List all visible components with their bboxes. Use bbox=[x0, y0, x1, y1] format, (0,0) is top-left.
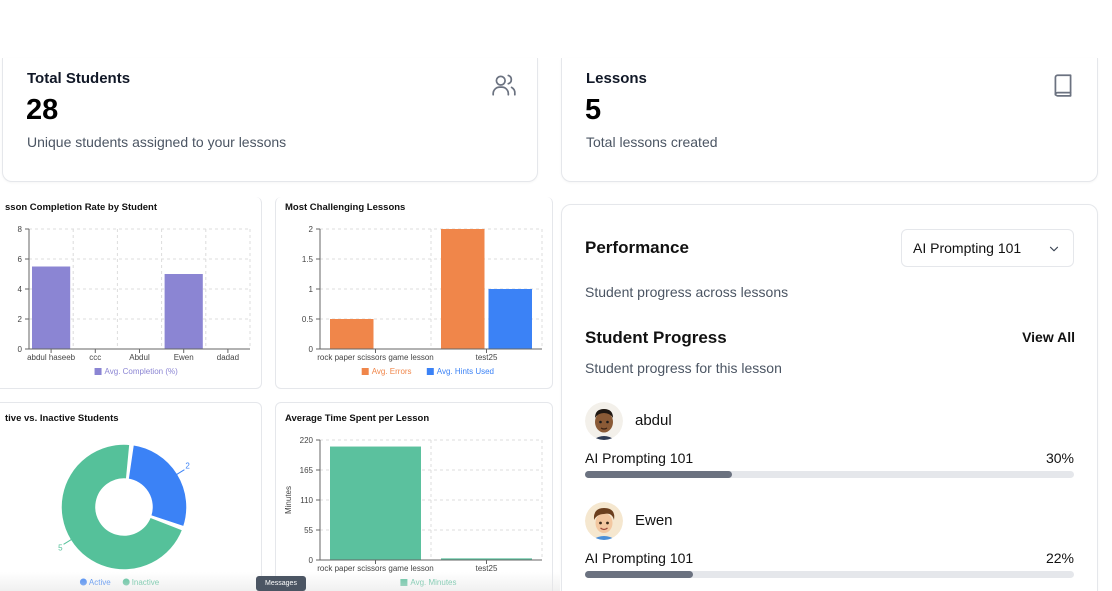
y-tick-label: 6 bbox=[18, 255, 23, 264]
y-tick-label: 8 bbox=[18, 225, 23, 234]
x-tick-label: dadad bbox=[217, 353, 239, 362]
total-students-title: Total Students bbox=[27, 70, 131, 87]
dashboard-page: Total Students 28 Unique students assign… bbox=[0, 0, 1112, 591]
challenging-chart: 0 0.5 1 1.5 2 rock paper scissors game lesson… bbox=[302, 225, 543, 376]
student-row[interactable]: abdul AI Prompting 101 30% bbox=[585, 402, 1074, 482]
legend-label: Avg. Hints Used bbox=[437, 367, 494, 376]
legend-label: Active bbox=[89, 578, 111, 587]
x-tick-label: test25 bbox=[476, 353, 498, 362]
progress-bar-fill bbox=[585, 471, 732, 478]
x-tick-label: Abdul bbox=[129, 353, 150, 362]
student-progress-desc: Student progress for this lesson bbox=[585, 360, 782, 376]
legend-label: Inactive bbox=[132, 578, 160, 587]
pie-slice bbox=[127, 443, 188, 528]
y-tick-label: 0.5 bbox=[302, 315, 314, 324]
student-name: abdul bbox=[635, 412, 672, 429]
progress-bar bbox=[585, 471, 1074, 478]
bar bbox=[32, 266, 71, 349]
x-tick-label: abdul haseeb bbox=[27, 353, 76, 362]
y-tick-label: 2 bbox=[18, 315, 23, 324]
bar bbox=[330, 446, 421, 560]
student-lesson: AI Prompting 101 bbox=[585, 550, 694, 566]
legend-swatch bbox=[426, 368, 434, 375]
lesson-select[interactable]: AI Prompting 101 bbox=[901, 229, 1074, 267]
y-tick-label: 0 bbox=[309, 345, 314, 354]
avatar-brown-hair-man bbox=[585, 502, 623, 540]
active-chart: 2 5 Active Inactive bbox=[58, 443, 190, 587]
users-icon bbox=[492, 74, 516, 96]
avatar-dark-skin-man bbox=[585, 402, 623, 440]
x-tick-label: Ewen bbox=[174, 353, 194, 362]
x-tick-label: test25 bbox=[476, 564, 498, 573]
book-icon bbox=[1054, 74, 1072, 97]
x-tick-label: ccc bbox=[89, 353, 101, 362]
lessons-value: 5 bbox=[585, 94, 602, 126]
active-chart-card: tive vs. Inactive Students 2 5 Active Inact… bbox=[0, 402, 262, 591]
completion-chart-card: sson Completion Rate by Student 0 2 4 6 8 abd… bbox=[0, 197, 262, 389]
x-tick-label: rock paper scissors game lesson bbox=[317, 353, 434, 362]
y-axis-label: Minutes bbox=[284, 486, 293, 514]
time-chart: 0 55 110 165 220 rock paper scissors game les… bbox=[284, 436, 543, 587]
performance-card: Performance AI Prompting 101 Student pro… bbox=[561, 204, 1098, 591]
student-percent: 30% bbox=[1045, 450, 1074, 466]
messages-button[interactable]: Messages bbox=[256, 576, 306, 591]
legend-swatch bbox=[361, 368, 369, 375]
bar bbox=[441, 229, 485, 349]
y-tick-label: 55 bbox=[304, 526, 313, 535]
y-tick-label: 0 bbox=[309, 556, 314, 565]
performance-title: Performance bbox=[585, 238, 689, 257]
student-percent: 22% bbox=[1045, 550, 1074, 566]
data-label: 5 bbox=[58, 543, 63, 552]
y-tick-label: 165 bbox=[300, 466, 314, 475]
bar bbox=[164, 274, 203, 349]
completion-chart: 0 2 4 6 8 abdul haseeb ccc Abdul Ewen dadad Avg. C… bbox=[18, 225, 251, 376]
total-students-value: 28 bbox=[26, 94, 59, 126]
challenging-chart-card: Most Challenging Lessons 0 0.5 1 1.5 2 rock p… bbox=[275, 197, 553, 389]
legend-label: Avg. Completion (%) bbox=[105, 367, 179, 376]
bar bbox=[488, 289, 532, 349]
y-tick-label: 110 bbox=[300, 496, 313, 505]
y-tick-label: 220 bbox=[300, 436, 314, 445]
bar bbox=[330, 319, 374, 349]
legend-swatch bbox=[79, 578, 87, 586]
y-tick-label: 1 bbox=[309, 285, 314, 294]
student-lesson: AI Prompting 101 bbox=[585, 450, 694, 466]
y-tick-label: 0 bbox=[18, 345, 23, 354]
performance-desc: Student progress across lessons bbox=[585, 284, 789, 300]
student-progress-title: Student Progress bbox=[585, 328, 727, 347]
lessons-card: Lessons 5 Total lessons created bbox=[561, 58, 1098, 182]
legend-swatch bbox=[94, 368, 102, 375]
progress-bar-fill bbox=[585, 571, 693, 578]
chevron-down-icon bbox=[1049, 246, 1059, 252]
y-tick-label: 4 bbox=[18, 285, 23, 294]
lesson-select-value: AI Prompting 101 bbox=[913, 240, 1022, 256]
legend-swatch bbox=[400, 579, 408, 586]
legend-label: Avg. Minutes bbox=[410, 578, 456, 587]
y-tick-label: 1.5 bbox=[302, 255, 314, 264]
lessons-desc: Total lessons created bbox=[586, 134, 718, 150]
view-all-link[interactable]: View All bbox=[1022, 329, 1075, 345]
legend-label: Avg. Errors bbox=[372, 367, 412, 376]
student-name: Ewen bbox=[635, 512, 673, 529]
student-row[interactable]: Ewen AI Prompting 101 22% bbox=[585, 502, 1074, 582]
data-label: 2 bbox=[185, 462, 190, 471]
total-students-card: Total Students 28 Unique students assign… bbox=[2, 58, 538, 182]
y-tick-label: 2 bbox=[309, 225, 314, 234]
total-students-desc: Unique students assigned to your lessons bbox=[27, 134, 287, 150]
legend-swatch bbox=[122, 578, 130, 586]
lessons-title: Lessons bbox=[586, 70, 647, 87]
progress-bar bbox=[585, 571, 1074, 578]
time-chart-card: Average Time Spent per Lesson 0 55 110 165 2… bbox=[275, 402, 553, 591]
x-tick-label: rock paper scissors game lesson bbox=[317, 564, 434, 573]
